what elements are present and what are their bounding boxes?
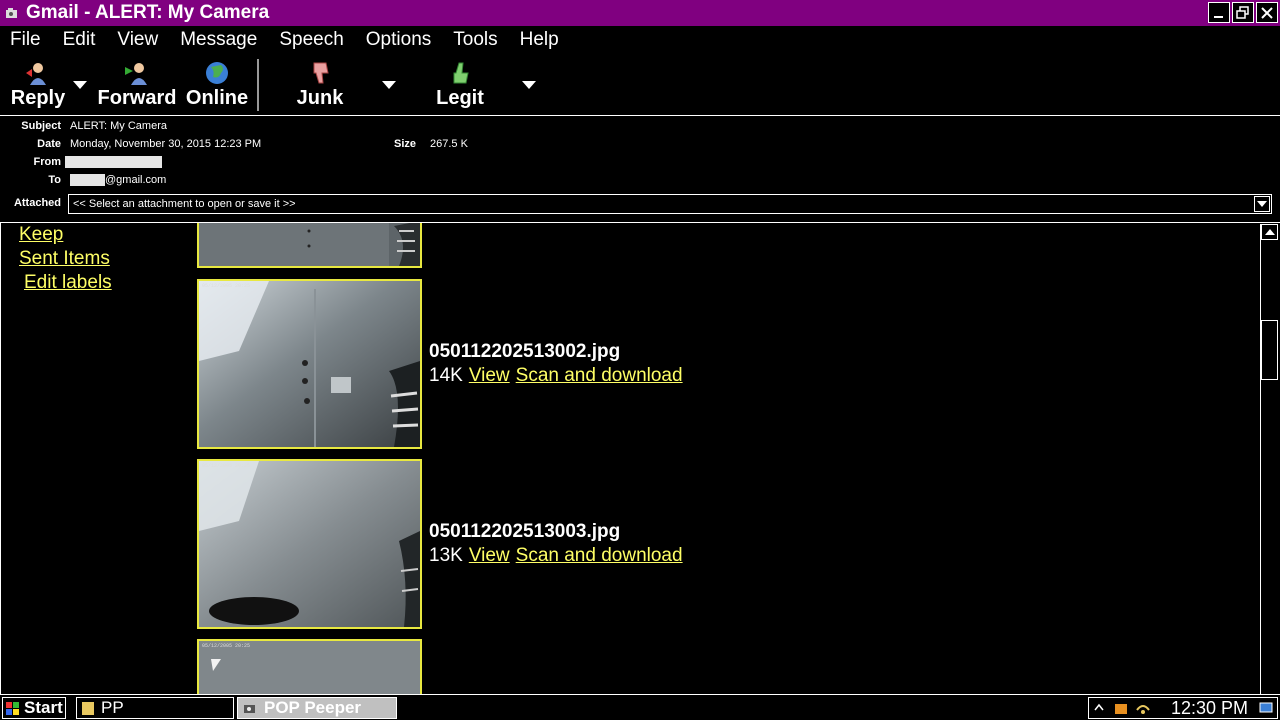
- attachment-filename: 050112202513002.jpg: [429, 341, 621, 362]
- attachment-thumbnail[interactable]: 05/12/2005 20:25: [197, 639, 422, 694]
- tray-app-icon[interactable]: [1113, 700, 1129, 716]
- to-domain: @gmail.com: [105, 174, 167, 186]
- system-tray: 12:30 PM: [1088, 697, 1278, 719]
- chevron-up-icon: [1264, 229, 1275, 235]
- forward-label: Forward: [97, 87, 177, 109]
- show-desktop-icon[interactable]: [1259, 701, 1273, 715]
- attachment-filename: 050112202513003.jpg: [429, 521, 621, 542]
- size-label: Size: [393, 138, 416, 150]
- size-value: 267.5 K: [430, 138, 468, 150]
- subject-value: ALERT: My Camera: [70, 120, 167, 132]
- taskbar-button-pp[interactable]: PP: [76, 697, 234, 719]
- start-button[interactable]: Start: [2, 697, 66, 719]
- reply-label: Reply: [10, 87, 66, 109]
- subject-label: Subject: [21, 120, 61, 132]
- start-label: Start: [24, 698, 63, 717]
- legit-button[interactable]: Legit: [432, 55, 488, 113]
- close-icon: [1261, 6, 1273, 19]
- from-label: From: [33, 156, 62, 168]
- task-label: PP: [101, 698, 124, 717]
- menu-tools[interactable]: Tools: [453, 29, 497, 51]
- attachment-select[interactable]: << Select an attachment to open or save …: [68, 194, 1272, 214]
- minimize-button[interactable]: [1208, 2, 1230, 23]
- app-icon: [6, 8, 17, 18]
- redacted-recipient: [70, 174, 105, 187]
- svg-text:05/12/2005 20:25: 05/12/2005 20:25: [202, 463, 250, 469]
- vertical-scrollbar[interactable]: [1260, 224, 1278, 694]
- menu-message[interactable]: Message: [180, 29, 257, 51]
- date-label: Date: [37, 138, 61, 150]
- attachment-thumbnail[interactable]: 05/12/2005 20:25: [197, 279, 422, 449]
- forward-icon: [125, 63, 147, 85]
- menu-file[interactable]: File: [10, 29, 41, 51]
- windows-logo-icon: [6, 702, 19, 715]
- toolbar-separator: [257, 59, 259, 111]
- sidebar-link-edit-labels[interactable]: Edit labels: [24, 272, 112, 294]
- reply-icon: [26, 63, 46, 85]
- window-title: Gmail - ALERT: My Camera: [26, 2, 270, 23]
- redacted-sender: [65, 156, 162, 169]
- sidebar-link-sent-items[interactable]: Sent Items: [19, 248, 110, 270]
- online-button[interactable]: Online: [186, 55, 248, 113]
- taskbar-button-pop-peeper[interactable]: POP Peeper: [237, 697, 397, 719]
- svg-text:05/12/2005 20:25: 05/12/2005 20:25: [202, 283, 250, 289]
- title-bar[interactable]: Gmail - ALERT: My Camera: [0, 0, 1280, 26]
- attached-label: Attached: [13, 197, 61, 209]
- attachment-info: 14K View Scan and download: [429, 365, 683, 387]
- reply-dropdown-icon[interactable]: [73, 81, 87, 89]
- scan-and-download-link[interactable]: Scan and download: [516, 545, 683, 566]
- attachment-thumbnail[interactable]: 05/12/2005 20:25: [197, 459, 422, 629]
- thumbs-up-icon: [453, 62, 469, 84]
- menu-options[interactable]: Options: [366, 29, 431, 51]
- sidebar-link-keep[interactable]: Keep: [19, 224, 63, 246]
- scan-and-download-link[interactable]: Scan and download: [516, 365, 683, 386]
- folder-icon: [82, 702, 94, 715]
- forward-button[interactable]: Forward: [98, 55, 176, 113]
- tray-network-icon[interactable]: [1135, 700, 1151, 716]
- menu-speech[interactable]: Speech: [279, 29, 343, 51]
- to-value: @gmail.com: [70, 174, 167, 187]
- attachment-thumbnail[interactable]: [197, 223, 422, 268]
- legit-dropdown-icon[interactable]: [522, 81, 536, 89]
- globe-icon: [206, 62, 228, 84]
- minimize-icon: [1214, 15, 1223, 18]
- restore-icon: [1236, 5, 1249, 19]
- scroll-up-button[interactable]: [1261, 224, 1278, 240]
- menu-help[interactable]: Help: [520, 29, 559, 51]
- message-headers: Subject ALERT: My Camera Date Monday, No…: [0, 118, 1280, 218]
- menu-bar: File Edit View Message Speech Options To…: [0, 26, 1280, 54]
- task-label: POP Peeper: [264, 698, 362, 717]
- junk-label: Junk: [296, 87, 344, 109]
- chevron-down-icon[interactable]: [1254, 196, 1270, 212]
- reply-button[interactable]: Reply: [10, 55, 66, 113]
- attachment-select-placeholder: << Select an attachment to open or save …: [73, 198, 296, 210]
- close-button[interactable]: [1256, 2, 1278, 23]
- to-label: To: [48, 174, 61, 186]
- attachment-size: 13K: [429, 545, 463, 566]
- toolbar: Reply Forward Online Junk Legit: [0, 55, 1280, 115]
- chevron-up-icon[interactable]: [1094, 703, 1104, 713]
- junk-button[interactable]: Junk: [292, 55, 348, 113]
- taskbar: Start PP POP Peeper 12:30 PM: [0, 694, 1280, 720]
- legit-label: Legit: [436, 87, 484, 109]
- attachment-size: 14K: [429, 365, 463, 386]
- clock: 12:30 PM: [1171, 697, 1249, 718]
- junk-dropdown-icon[interactable]: [382, 81, 396, 89]
- restore-button[interactable]: [1232, 2, 1254, 23]
- online-label: Online: [185, 87, 249, 109]
- attachment-info: 13K View Scan and download: [429, 545, 683, 567]
- svg-text:05/12/2005 20:25: 05/12/2005 20:25: [202, 643, 250, 649]
- date-value: Monday, November 30, 2015 12:23 PM: [70, 138, 262, 150]
- toolbar-divider: [0, 115, 1280, 116]
- menu-edit[interactable]: Edit: [63, 29, 96, 51]
- from-value: [65, 156, 162, 169]
- scrollbar-thumb[interactable]: [1261, 320, 1278, 380]
- view-link[interactable]: View: [469, 365, 510, 386]
- message-body: Keep Sent Items Edit labels 05/12/2005 2…: [0, 222, 1280, 694]
- menu-view[interactable]: View: [117, 29, 158, 51]
- view-link[interactable]: View: [469, 545, 510, 566]
- app-icon: [244, 705, 255, 713]
- thumbs-down-icon: [313, 62, 329, 84]
